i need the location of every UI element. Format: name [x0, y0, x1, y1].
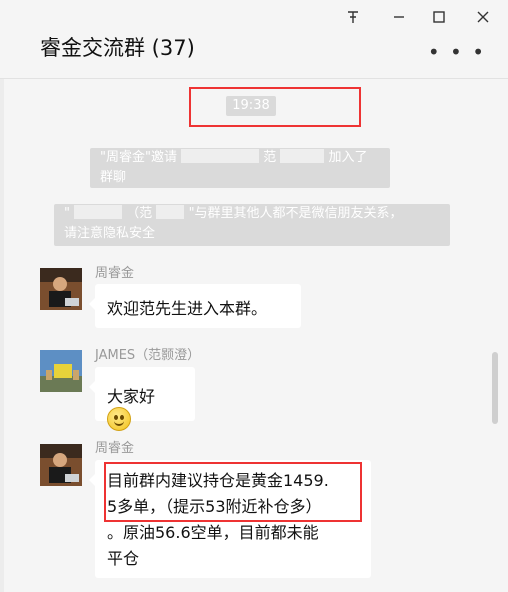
invite-text-prefix: "周睿金"邀请: [100, 150, 177, 165]
message-text: 欢迎范先生进入本群。: [107, 299, 268, 318]
message-line: 。原油56.6空单，目前都未能: [107, 523, 319, 542]
more-icon[interactable]: • • •: [428, 40, 486, 64]
privacy-line-2: 请注意隐私安全: [64, 226, 156, 241]
message-bubble[interactable]: 大家好: [89, 367, 195, 431]
privacy-text-1b: （范: [126, 206, 153, 221]
pin-icon[interactable]: [342, 6, 364, 28]
privacy-line-1: " （范 "与群里其他人都不是微信朋友关系，: [64, 204, 440, 224]
blurred-name: [156, 205, 185, 219]
blurred-name: [280, 149, 325, 163]
minimize-icon[interactable]: [388, 6, 410, 28]
invite-text-mid: 范: [263, 150, 277, 165]
message-text: 大家好: [107, 387, 156, 406]
avatar[interactable]: [40, 350, 82, 392]
avatar[interactable]: [40, 268, 82, 310]
system-message-invite: "周睿金"邀请 范 加入了群聊: [90, 148, 390, 188]
text-highlight-box: [104, 462, 362, 522]
avatar[interactable]: [40, 444, 82, 486]
chat-title: 睿金交流群 (37): [40, 36, 195, 60]
scrollbar[interactable]: [492, 352, 498, 424]
privacy-text-1a: ": [64, 206, 70, 221]
left-edge: [0, 0, 4, 592]
blurred-name: [181, 149, 260, 163]
message-bubble[interactable]: 欢迎范先生进入本群。: [89, 284, 301, 328]
sender-name: 周睿金: [95, 266, 135, 281]
close-icon[interactable]: [472, 6, 494, 28]
sender-name: JAMES（范颢澄）: [95, 348, 201, 363]
blurred-name: [74, 205, 123, 219]
timestamp: 19:38: [226, 96, 276, 116]
system-message-privacy: " （范 "与群里其他人都不是微信朋友关系， 请注意隐私安全: [54, 204, 450, 246]
message-line: 平仓: [107, 549, 140, 568]
privacy-text-1c: "与群里其他人都不是微信朋友关系，: [188, 206, 403, 221]
chat-header: 睿金交流群 (37) • • •: [0, 0, 508, 79]
smile-emoji-icon: [107, 407, 131, 431]
maximize-icon[interactable]: [428, 6, 450, 28]
sender-name: 周睿金: [95, 441, 135, 456]
